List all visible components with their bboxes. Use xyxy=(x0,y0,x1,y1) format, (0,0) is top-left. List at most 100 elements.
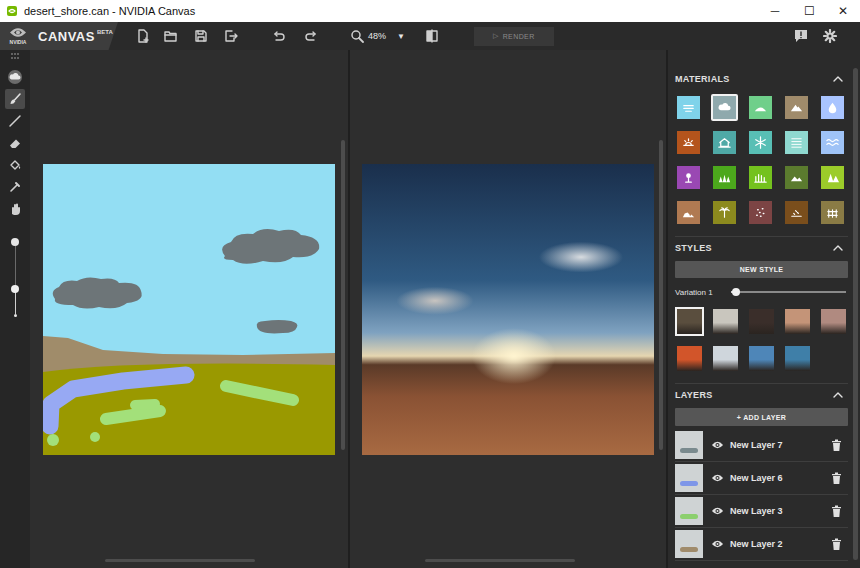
zoom-control[interactable]: 48%▼ xyxy=(350,22,405,50)
material-tile[interactable] xyxy=(783,129,810,156)
material-tile[interactable] xyxy=(675,164,702,191)
material-swatch xyxy=(713,96,736,119)
style-image xyxy=(749,309,774,334)
workspace: MATERIALSSTYLESNEW STYLEVariation 1LAYER… xyxy=(0,50,860,568)
panel-scrollbar[interactable] xyxy=(853,68,858,560)
style-thumbnail[interactable] xyxy=(675,307,704,336)
variation-slider-knob[interactable] xyxy=(732,288,740,296)
zoom-dropdown[interactable]: ▼ xyxy=(397,32,405,41)
material-tile[interactable] xyxy=(747,164,774,191)
sketch-vertical-scrollbar[interactable] xyxy=(341,140,345,450)
settings-button[interactable] xyxy=(822,22,838,50)
trash-icon[interactable] xyxy=(831,538,842,550)
trash-icon[interactable] xyxy=(831,505,842,517)
style-thumbnail[interactable] xyxy=(675,344,704,373)
layer-row[interactable]: New Layer 2 xyxy=(675,528,848,561)
material-icon xyxy=(789,170,804,185)
redo-button[interactable] xyxy=(298,22,326,50)
open-button[interactable] xyxy=(157,22,185,50)
eye-icon[interactable] xyxy=(711,439,724,451)
brush-size-track[interactable] xyxy=(15,246,16,314)
style-thumbnail[interactable] xyxy=(783,344,812,373)
picker-tool-button[interactable] xyxy=(5,177,25,197)
brush-tool-button[interactable] xyxy=(5,89,25,109)
material-icon xyxy=(825,100,840,115)
eye-icon[interactable] xyxy=(711,538,724,550)
material-tile[interactable] xyxy=(675,129,702,156)
grip-icon xyxy=(10,52,20,60)
new-style-button[interactable]: NEW STYLE xyxy=(675,261,848,278)
section-separator xyxy=(675,383,848,384)
compare-button[interactable] xyxy=(418,22,446,50)
collapse-chevron-icon[interactable] xyxy=(833,245,843,251)
side-panel: MATERIALSSTYLESNEW STYLEVariation 1LAYER… xyxy=(668,50,860,568)
material-tile[interactable] xyxy=(819,199,846,226)
window-control-button[interactable]: ✕ xyxy=(826,0,860,22)
material-tile[interactable] xyxy=(747,199,774,226)
eye-icon[interactable] xyxy=(711,505,724,517)
material-icon xyxy=(681,205,696,220)
collapse-chevron-icon[interactable] xyxy=(833,76,843,82)
layer-row[interactable]: New Layer 7 xyxy=(675,429,848,462)
trash-icon[interactable] xyxy=(831,439,842,451)
undo-button[interactable] xyxy=(264,22,292,50)
material-tile[interactable] xyxy=(675,199,702,226)
material-tile[interactable] xyxy=(783,199,810,226)
material-icon xyxy=(789,135,804,150)
window-control-button[interactable]: ☐ xyxy=(792,0,826,22)
material-swatch xyxy=(821,131,844,154)
layer-thumbnail-stroke xyxy=(680,547,698,552)
styles-header[interactable]: STYLES xyxy=(675,237,848,259)
style-thumbnail[interactable] xyxy=(783,307,812,336)
style-thumbnail[interactable] xyxy=(747,307,776,336)
style-thumbnail[interactable] xyxy=(711,344,740,373)
window-control-button[interactable]: ─ xyxy=(758,0,792,22)
layer-row[interactable]: New Layer 3 xyxy=(675,495,848,528)
material-tool-button[interactable] xyxy=(5,67,25,87)
material-tile[interactable] xyxy=(675,94,702,121)
material-tile[interactable] xyxy=(819,94,846,121)
material-tile[interactable] xyxy=(747,94,774,121)
style-thumbnail[interactable] xyxy=(819,307,848,336)
layers-list: New Layer 7 New Layer 6New Layer 3New Lay… xyxy=(675,429,848,561)
section-separator xyxy=(675,236,848,237)
feedback-button[interactable] xyxy=(793,22,809,50)
materials-header[interactable]: MATERIALS xyxy=(675,68,848,90)
export-button[interactable] xyxy=(217,22,245,50)
layer-row[interactable]: New Layer 6 xyxy=(675,462,848,495)
variation-slider-track[interactable] xyxy=(731,291,846,293)
collapse-chevron-icon[interactable] xyxy=(833,392,843,398)
new-file-button[interactable] xyxy=(129,22,157,50)
render-vertical-scrollbar[interactable] xyxy=(659,140,663,450)
material-tile[interactable] xyxy=(711,164,738,191)
style-thumbnail[interactable] xyxy=(747,344,776,373)
material-tile[interactable] xyxy=(819,164,846,191)
save-button[interactable] xyxy=(187,22,215,50)
line-tool-button[interactable] xyxy=(5,111,25,131)
material-tile[interactable] xyxy=(747,129,774,156)
material-tile[interactable] xyxy=(711,94,738,121)
layers-header[interactable]: LAYERS xyxy=(675,384,848,406)
material-tile[interactable] xyxy=(783,94,810,121)
nvidia-eye-icon xyxy=(9,27,27,38)
pan-tool-button[interactable] xyxy=(5,199,25,219)
brush-size-fill xyxy=(15,289,16,314)
sketch-pane xyxy=(30,50,348,568)
add-layer-button[interactable]: + ADD LAYER xyxy=(675,408,848,426)
material-tile[interactable] xyxy=(711,129,738,156)
picker-tool-icon xyxy=(8,180,22,194)
eraser-tool-button[interactable] xyxy=(5,133,25,153)
render-horizontal-scrollbar[interactable] xyxy=(425,559,575,562)
material-tile[interactable] xyxy=(711,199,738,226)
trash-icon[interactable] xyxy=(831,472,842,484)
material-swatch xyxy=(749,96,772,119)
fill-tool-button[interactable] xyxy=(5,155,25,175)
sketch-canvas[interactable] xyxy=(43,164,335,455)
material-tile[interactable] xyxy=(819,129,846,156)
style-thumbnail[interactable] xyxy=(711,307,740,336)
material-tile[interactable] xyxy=(783,164,810,191)
eye-icon[interactable] xyxy=(711,472,724,484)
sketch-horizontal-scrollbar[interactable] xyxy=(105,559,255,562)
layer-name: New Layer 7 xyxy=(730,440,831,450)
brush-size-knob[interactable] xyxy=(11,285,19,293)
